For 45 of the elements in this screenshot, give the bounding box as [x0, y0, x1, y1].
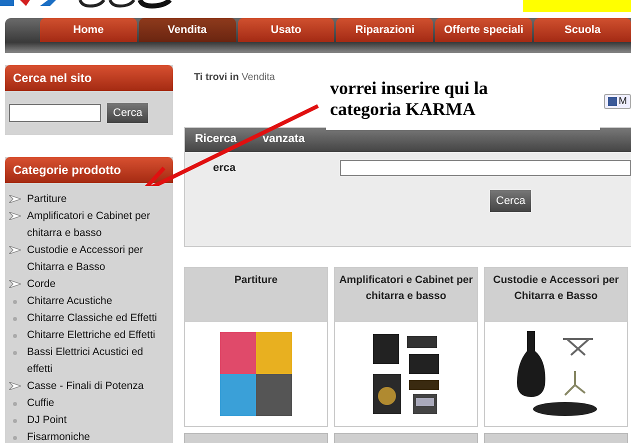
panel-heading: vanzata — [262, 133, 305, 147]
category-link[interactable]: Partiture — [27, 191, 67, 208]
breadcrumb: Ti trovi in Vendita — [194, 72, 275, 83]
category-link[interactable]: Fisarmoniche — [27, 429, 90, 443]
facebook-icon — [608, 97, 617, 106]
arrow-icon — [9, 195, 21, 203]
bullet-icon — [13, 317, 17, 321]
arrow-icon — [9, 246, 21, 254]
category-link[interactable]: Custodie e Accessori per Chitarra e Basso — [27, 242, 171, 276]
nav-tab[interactable]: Offerte speciali — [435, 18, 532, 42]
category-link[interactable]: Bassi Elettrici Acustici ed effetti — [27, 344, 171, 378]
product-title[interactable]: Amplificatori e Cabinet per chitarra e basso — [335, 268, 477, 322]
panel-heading: Ricerca — [195, 133, 237, 147]
bullet-icon — [13, 300, 17, 304]
bullet-icon — [13, 334, 17, 338]
product-title[interactable]: Custodie e Accessori per Chitarra e Basso — [485, 268, 627, 322]
category-link[interactable]: Cuffie — [27, 395, 54, 412]
category-link[interactable]: Chitarre Classiche ed Effetti — [27, 310, 157, 327]
search-button[interactable]: Cerca — [107, 103, 148, 123]
nav-tab[interactable]: Home — [40, 18, 137, 42]
sidebar-heading: Cerca nel sito — [5, 65, 173, 91]
category-link[interactable]: Corde — [27, 276, 56, 293]
nav-tab[interactable]: Scuola — [534, 18, 631, 42]
bullet-icon — [13, 419, 17, 423]
bullet-icon — [13, 402, 17, 406]
category-link[interactable]: Casse - Finali di Potenza — [27, 378, 144, 395]
arrow-icon — [9, 212, 21, 220]
nav-tab[interactable]: Vendita — [138, 18, 236, 42]
field-label: erca — [213, 162, 237, 174]
nav-tab[interactable]: Usato — [238, 18, 334, 42]
category-link[interactable]: Amplificatori e Cabinet per chitarra e basso — [27, 208, 171, 242]
sidebar-heading: Categorie prodotto — [5, 157, 173, 183]
arrow-icon — [9, 280, 21, 288]
bullet-icon — [13, 436, 17, 440]
nav-tab[interactable]: Riparazioni — [336, 18, 434, 42]
category-link[interactable]: Chitarre Acustiche — [27, 293, 112, 310]
category-link[interactable]: DJ Point — [27, 412, 67, 429]
arrow-icon — [9, 382, 21, 390]
search-button[interactable]: Cerca — [490, 190, 532, 212]
search-field[interactable] — [340, 160, 631, 176]
category-link[interactable]: Chitarre Elettriche ed Effetti — [27, 327, 156, 344]
search-field[interactable] — [9, 104, 101, 122]
product-title[interactable]: Partiture — [185, 268, 327, 322]
bullet-icon — [13, 351, 17, 355]
facebook-button[interactable]: M — [604, 94, 631, 109]
